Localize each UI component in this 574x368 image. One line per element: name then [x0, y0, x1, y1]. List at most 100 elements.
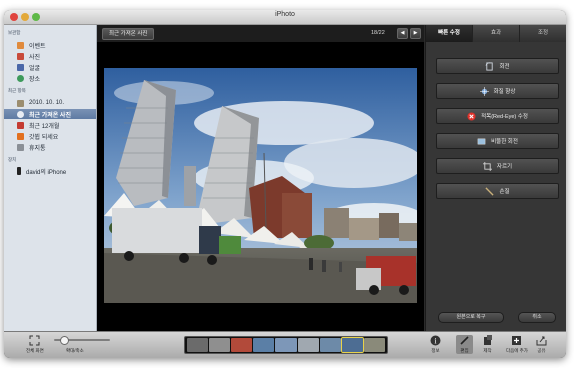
sidebar-item-flagged[interactable]: 갓뷥 되세요 [4, 131, 96, 141]
sidebar-item-label: 최근 12개월 [29, 123, 60, 130]
sidebar-item-label: 2010. 10. 10. [29, 100, 65, 106]
toolbar-label: 공유 [537, 348, 546, 353]
enhance-button[interactable]: 화질 향상 [436, 83, 559, 99]
edit-button[interactable]: 편집 [456, 335, 473, 354]
iphone-icon [17, 167, 21, 175]
toolbar-label: 제작 [483, 348, 492, 353]
sidebar-item-label: 사진 [29, 54, 41, 61]
sidebar-item-event-date[interactable]: 2010. 10. 10. [4, 98, 96, 108]
sidebar-item-label: 이벤트 [29, 43, 46, 50]
tab-adjust[interactable]: 조정 [520, 25, 566, 42]
retouch-icon [485, 186, 495, 196]
sidebar-item-label: david의 iPhone [26, 169, 67, 176]
crop-icon [482, 161, 492, 171]
toolbar-label: 편집 [460, 348, 469, 353]
sidebar-item-photos[interactable]: 사진 [4, 51, 96, 61]
edit-panel-tabs: 빠른 수정 효과 조정 [426, 25, 566, 42]
red-eye-button[interactable]: 적목(Red-Eye) 수정 [436, 108, 559, 124]
rotate-button[interactable]: 회전 [436, 58, 559, 74]
tool-label: 화질 향상 [493, 89, 516, 95]
filmstrip[interactable] [184, 336, 388, 354]
events-icon [17, 41, 24, 49]
trash-icon [17, 143, 24, 151]
info-icon: i [430, 335, 441, 346]
fullscreen-icon [29, 335, 40, 346]
bottom-toolbar: 전체 화면 확대/축소 i 정보 편집 제작 다음에 추가 공유 [4, 331, 566, 358]
toolbar-label: 전체 화면 [26, 348, 44, 353]
zoom-slider[interactable] [54, 336, 110, 345]
sidebar-item-last-import[interactable]: 최근 가져온 사진 [4, 109, 96, 119]
filmstrip-thumbnail[interactable] [231, 338, 253, 352]
main-photo[interactable] [104, 68, 417, 303]
filmstrip-thumbnail[interactable] [363, 338, 385, 352]
sidebar-item-label: 장소 [29, 76, 41, 83]
fullscreen-button[interactable]: 전체 화면 [26, 335, 44, 354]
tool-label: 자르기 [496, 164, 513, 170]
sidebar-item-places[interactable]: 장소 [4, 73, 96, 83]
rotate-icon [485, 61, 494, 71]
info-button[interactable]: i 정보 [430, 335, 441, 354]
arrow-left-icon: ◀ [400, 30, 405, 36]
sidebar-item-label: 최근 가져온 사진 [29, 112, 71, 119]
add-to-button[interactable]: 다음에 추가 [506, 335, 528, 354]
filmstrip-thumbnail[interactable] [253, 338, 275, 352]
filmstrip-thumbnail[interactable] [275, 338, 297, 352]
last-import-icon [17, 110, 24, 118]
tab-quick-fixes[interactable]: 빠른 수정 [426, 25, 473, 42]
add-to-icon [512, 336, 522, 345]
sidebar-item-label: 얼굴 [29, 65, 41, 72]
flag-icon [17, 132, 24, 140]
filmstrip-thumbnail[interactable] [319, 338, 341, 352]
filmstrip-thumbnail[interactable] [297, 338, 319, 352]
toolbar-label: 정보 [431, 348, 440, 353]
photo-image [104, 68, 417, 303]
toolbar-label: 확대/축소 [66, 348, 84, 353]
share-button[interactable]: 공유 [536, 335, 547, 354]
retouch-button[interactable]: 손질 [436, 183, 559, 199]
photos-icon [17, 52, 24, 60]
back-to-album-button[interactable]: 최근 가져온 사진 [102, 28, 155, 40]
next-photo-button[interactable]: ▶ [410, 28, 421, 39]
sidebar-section-recent: 최근 항목 [8, 88, 26, 93]
cancel-button[interactable]: 취소 [518, 312, 556, 323]
calendar-icon [17, 121, 24, 129]
tool-label: 적목(Red-Eye) 수정 [481, 114, 528, 120]
tool-label: 손질 [499, 189, 510, 195]
tool-label: 회전 [499, 64, 510, 70]
sidebar-item-label: 휴지통 [29, 145, 46, 152]
photo-viewer-canvas[interactable] [97, 42, 424, 331]
window-title: iPhoto [275, 11, 295, 18]
zoom-slider-handle[interactable] [60, 336, 69, 345]
source-list-sidebar: 보관함 이벤트 사진 얼굴 장소 최근 항목 2010. 10. 10. 최근 … [4, 25, 97, 331]
create-icon [484, 335, 492, 345]
revert-to-original-button[interactable]: 원본으로 복구 [438, 312, 504, 323]
tab-effects[interactable]: 효과 [473, 25, 520, 42]
sidebar-section-library: 보관함 [8, 30, 21, 35]
sidebar-item-faces[interactable]: 얼굴 [4, 62, 96, 72]
sidebar-item-iphone[interactable]: david의 iPhone [4, 166, 96, 176]
straighten-button[interactable]: 비뚤한 회전 [436, 133, 559, 149]
create-button[interactable]: 제작 [482, 335, 493, 354]
zoom-label-group: 확대/축소 [66, 346, 84, 354]
iphoto-window: iPhoto 보관함 이벤트 사진 얼굴 장소 최근 항목 2010. 10. … [4, 10, 566, 358]
sidebar-item-trash[interactable]: 휴지통 [4, 142, 96, 152]
tool-label: 비뚤한 회전 [491, 139, 518, 145]
previous-photo-button[interactable]: ◀ [397, 28, 408, 39]
share-icon [536, 336, 547, 346]
sidebar-item-last-12-months[interactable]: 최근 12개월 [4, 120, 96, 130]
viewer-top-bar: 최근 가져온 사진 18/22 ◀ ▶ [97, 25, 424, 42]
enhance-icon [479, 86, 489, 96]
straighten-icon [477, 138, 486, 144]
pencil-icon [460, 336, 469, 345]
filmstrip-thumbnail-selected[interactable] [340, 337, 364, 353]
edit-panel: 빠른 수정 효과 조정 회전 화질 향상 적목(Red-Eye) 수정 비뚤한 … [425, 25, 566, 331]
event-date-icon [17, 99, 24, 107]
filmstrip-thumbnail[interactable] [187, 338, 209, 352]
filmstrip-thumbnail[interactable] [209, 338, 231, 352]
crop-button[interactable]: 자르기 [436, 158, 559, 174]
sidebar-item-events[interactable]: 이벤트 [4, 40, 96, 50]
title-bar: iPhoto [4, 10, 566, 25]
arrow-right-icon: ▶ [413, 30, 418, 36]
photo-counter: 18/22 [371, 30, 385, 36]
sidebar-section-devices: 장치 [8, 157, 17, 162]
